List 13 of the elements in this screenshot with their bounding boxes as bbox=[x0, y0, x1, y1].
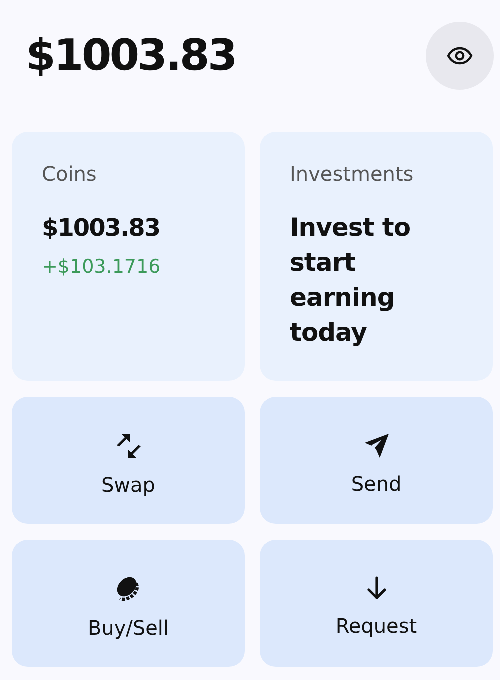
eye-icon bbox=[447, 47, 473, 65]
total-balance: $1003.83 bbox=[26, 31, 236, 81]
card-title: Investments bbox=[290, 162, 414, 186]
swap-button[interactable]: Swap bbox=[12, 397, 245, 524]
coins-amount: $1003.83 bbox=[42, 214, 160, 242]
coin-button[interactable]: Buy/Sell bbox=[12, 540, 245, 667]
invest-message: Invest to start earning today bbox=[290, 212, 412, 349]
down-arrow-icon bbox=[366, 576, 388, 602]
coins-change: +$103.1716 bbox=[42, 256, 161, 278]
paper-plane-icon bbox=[362, 432, 390, 460]
request-button[interactable]: Request bbox=[260, 540, 493, 667]
card-title: Coins bbox=[42, 162, 97, 186]
send-button[interactable]: Send bbox=[260, 397, 493, 524]
